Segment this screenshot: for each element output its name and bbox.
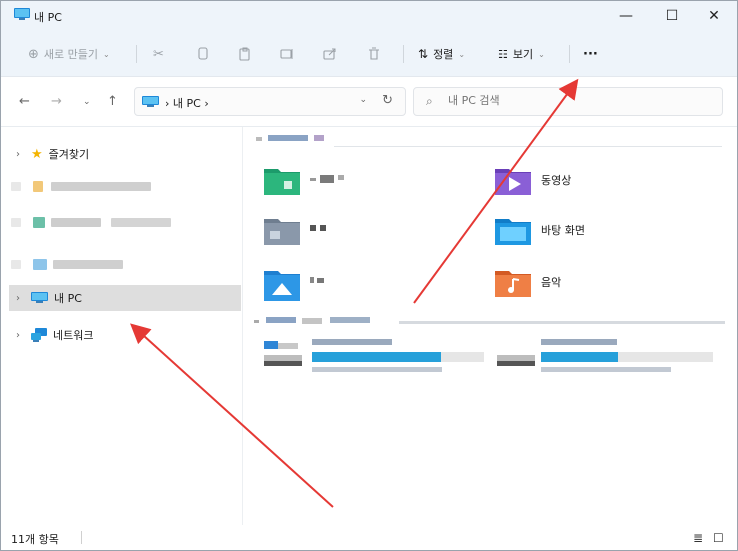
toolbar-divider bbox=[569, 45, 570, 63]
forward-arrow-icon[interactable]: → bbox=[51, 94, 62, 109]
folder-tile-desktop[interactable]: 바탕 화면 bbox=[495, 215, 585, 245]
sidebar-item-label: 네트워크 bbox=[53, 329, 94, 342]
folder-name: 음악 bbox=[541, 276, 562, 289]
chevron-down-icon: ⌄ bbox=[458, 49, 466, 59]
breadcrumb[interactable]: › 내 PC › bbox=[165, 95, 209, 111]
chevron-down-icon: ⌄ bbox=[538, 49, 545, 59]
up-arrow-icon[interactable]: ↑ bbox=[107, 94, 118, 109]
more-options-button[interactable]: ··· bbox=[583, 43, 598, 65]
drive-usage-fill bbox=[312, 352, 441, 362]
trash-icon bbox=[369, 47, 379, 60]
drive-tile[interactable] bbox=[497, 339, 719, 379]
desktop-folder-icon bbox=[495, 215, 531, 245]
sidebar-item-label: 즐겨찾기 bbox=[48, 148, 90, 161]
paste-button[interactable] bbox=[238, 43, 252, 65]
folder-tile-blurred[interactable] bbox=[264, 267, 340, 301]
window-title: 내 PC bbox=[34, 11, 62, 24]
sidebar-item-label: 내 PC bbox=[54, 292, 82, 305]
plus-circle-icon: ⊕ bbox=[28, 46, 39, 62]
chevron-down-icon: ⌄ bbox=[103, 49, 110, 59]
share-button[interactable] bbox=[323, 43, 337, 65]
folder-tile-music[interactable]: 음악 bbox=[495, 267, 561, 297]
address-dropdown-icon[interactable]: ⌄ bbox=[359, 95, 367, 105]
folder-tile-videos[interactable]: 동영상 bbox=[495, 165, 571, 195]
drive-usage-fill bbox=[541, 352, 618, 362]
back-arrow-icon[interactable]: ← bbox=[19, 94, 30, 109]
navigation-bar: ← → ⌄ ↑ › 내 PC › ⌄ ↻ ⌕ bbox=[1, 77, 737, 127]
blurred-quick-access-item[interactable] bbox=[11, 179, 161, 193]
network-icon bbox=[31, 328, 47, 342]
sort-button[interactable]: ⇅ 정렬 ⌄ bbox=[418, 43, 465, 65]
computer-icon bbox=[31, 292, 48, 303]
search-icon: ⌕ bbox=[426, 94, 433, 108]
computer-icon bbox=[14, 8, 30, 20]
folder-name: 동영상 bbox=[541, 174, 572, 187]
delete-button[interactable] bbox=[367, 43, 381, 65]
item-count: 11개 항목 bbox=[11, 533, 59, 546]
section-divider bbox=[399, 321, 725, 324]
sort-button-label: 정렬 bbox=[433, 48, 454, 61]
new-button[interactable]: ⊕ 새로 만들기 ⌄ bbox=[28, 43, 110, 65]
folder-tile-blurred[interactable] bbox=[264, 215, 340, 245]
share-icon bbox=[323, 48, 336, 60]
tiles-view-icon[interactable]: ☐ bbox=[713, 531, 724, 545]
close-button[interactable]: ✕ bbox=[691, 1, 737, 31]
blurred-quick-access-item[interactable] bbox=[11, 215, 171, 229]
folder-tile-blurred[interactable] bbox=[264, 165, 350, 195]
computer-icon bbox=[142, 96, 159, 107]
scissors-icon: ✂ bbox=[153, 46, 164, 62]
copy-icon bbox=[198, 47, 208, 60]
maximize-button[interactable]: ☐ bbox=[649, 1, 695, 31]
search-box[interactable]: ⌕ bbox=[413, 87, 723, 116]
drive-icon bbox=[497, 355, 535, 366]
folder-icon bbox=[264, 215, 300, 245]
content-pane: 동영상 바탕 화면 음악 bbox=[244, 127, 737, 525]
folder-name: 바탕 화면 bbox=[541, 224, 585, 237]
music-folder-icon bbox=[495, 267, 531, 297]
video-folder-icon bbox=[495, 165, 531, 195]
status-bar: 11개 항목 ≣ ☐ bbox=[1, 525, 737, 550]
drive-icon bbox=[264, 341, 302, 366]
minimize-button[interactable]: — bbox=[603, 1, 649, 31]
sidebar-item-this-pc[interactable]: › 내 PC bbox=[9, 285, 241, 311]
cut-button[interactable]: ✂ bbox=[153, 43, 164, 65]
blurred-quick-access-item[interactable] bbox=[11, 257, 131, 271]
command-bar: ⊕ 새로 만들기 ⌄ ✂ ⇅ 정렬 ⌄ ☷ 보기 ⌄ ··· bbox=[1, 31, 737, 77]
view-list-icon: ☷ bbox=[498, 47, 508, 61]
folder-icon bbox=[264, 267, 300, 301]
recent-chevron-icon[interactable]: ⌄ bbox=[83, 97, 91, 107]
status-divider bbox=[81, 531, 82, 544]
sort-arrows-icon: ⇅ bbox=[418, 47, 429, 61]
new-button-label: 새로 만들기 bbox=[43, 48, 99, 61]
view-button[interactable]: ☷ 보기 ⌄ bbox=[498, 43, 545, 65]
title-bar: 내 PC — ☐ ✕ bbox=[1, 1, 737, 31]
file-explorer-window: 내 PC — ☐ ✕ ⊕ 새로 만들기 ⌄ ✂ ⇅ 정렬 ⌄ ☷ 보기 ⌄ ··… bbox=[0, 0, 738, 551]
rename-button[interactable] bbox=[280, 43, 294, 65]
rename-icon bbox=[280, 49, 293, 59]
sidebar-item-network[interactable]: › 네트워크 bbox=[9, 322, 241, 348]
toolbar-divider bbox=[403, 45, 404, 63]
folder-icon bbox=[264, 165, 300, 195]
drive-tile[interactable] bbox=[264, 339, 486, 379]
address-bar[interactable]: › 내 PC › ⌄ ↻ bbox=[134, 87, 406, 116]
blurred-section-header bbox=[254, 317, 404, 325]
toolbar-divider bbox=[136, 45, 137, 63]
refresh-icon[interactable]: ↻ bbox=[382, 93, 393, 108]
sidebar-item-favorites[interactable]: › ★ 즐겨찾기 bbox=[9, 141, 241, 167]
search-input[interactable] bbox=[448, 94, 708, 107]
section-divider bbox=[334, 146, 722, 147]
expand-chevron-icon[interactable]: › bbox=[9, 149, 27, 160]
blurred-section-header bbox=[256, 135, 326, 143]
star-icon: ★ bbox=[31, 146, 43, 162]
expand-chevron-icon[interactable]: › bbox=[9, 330, 27, 341]
navigation-pane: › ★ 즐겨찾기 › 내 PC › 네트워크 bbox=[1, 127, 243, 525]
copy-button[interactable] bbox=[196, 43, 210, 65]
expand-chevron-icon[interactable]: › bbox=[9, 293, 27, 304]
view-button-label: 보기 bbox=[512, 48, 534, 61]
details-view-icon[interactable]: ≣ bbox=[693, 531, 703, 545]
paste-icon bbox=[239, 47, 250, 61]
